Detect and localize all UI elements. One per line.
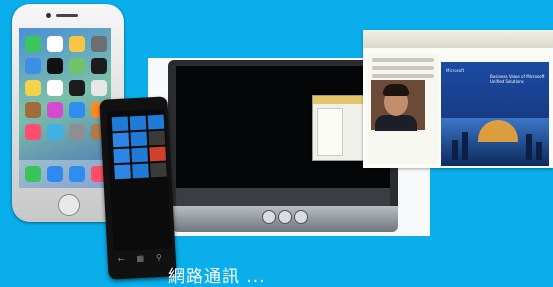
store-tile[interactable]: [113, 148, 131, 164]
iphone-camera: [46, 13, 51, 18]
laptop-button: [278, 210, 292, 224]
laptop-bezel: [176, 188, 390, 206]
iphone-speaker: [56, 14, 78, 17]
laptop-button: [262, 210, 276, 224]
settings-icon[interactable]: [69, 124, 85, 140]
slide-title-text: Business Value of Microsoft Unified Solu…: [490, 74, 545, 84]
phone-tile[interactable]: [111, 116, 129, 132]
mail-icon[interactable]: [47, 166, 63, 182]
slide-building: [526, 134, 532, 160]
windows-phone-start-screen: [106, 108, 172, 252]
notes-icon[interactable]: [25, 80, 41, 96]
app-store-icon[interactable]: [69, 102, 85, 118]
slide-building: [536, 142, 542, 160]
calendar-tile[interactable]: [130, 131, 148, 147]
videos-icon[interactable]: [91, 58, 107, 74]
list-line: [372, 58, 434, 62]
itunes-icon[interactable]: [47, 102, 63, 118]
camera-icon[interactable]: [91, 36, 107, 52]
search-icon: ⚲: [155, 252, 163, 263]
windows-icon: ▦: [136, 253, 145, 264]
camera-tile[interactable]: [114, 164, 131, 180]
iphone-home-button: [58, 194, 80, 216]
live-tile-grid: [106, 109, 168, 186]
iphone-app-grid: [19, 28, 111, 148]
list-line: [372, 66, 434, 70]
caption-text: 網路通訊 ...: [168, 267, 266, 287]
phone-icon[interactable]: [25, 166, 41, 182]
list-line: [372, 74, 434, 78]
calendar-icon[interactable]: [47, 36, 63, 52]
game-center-icon[interactable]: [91, 80, 107, 96]
photos-tile[interactable]: [148, 130, 166, 146]
laptop-window-pane: [317, 108, 343, 156]
people-tile[interactable]: [129, 115, 147, 131]
slide-brand-text: Microsoft: [446, 68, 465, 73]
newsstand-icon[interactable]: [25, 102, 41, 118]
photos-icon[interactable]: [69, 36, 85, 52]
maps-icon[interactable]: [69, 58, 85, 74]
slide-building: [462, 132, 468, 160]
slide-building: [452, 140, 458, 160]
reminders-icon[interactable]: [47, 80, 63, 96]
safari-icon[interactable]: [69, 166, 85, 182]
weather-icon[interactable]: [25, 58, 41, 74]
presenter-body: [375, 115, 417, 131]
clock-icon[interactable]: [47, 58, 63, 74]
music-tile[interactable]: [149, 146, 167, 162]
laptop-button: [294, 210, 308, 224]
stocks-icon[interactable]: [69, 80, 85, 96]
presenter-hair: [383, 84, 409, 96]
iphone-dock-icons: [25, 166, 107, 182]
maps-tile[interactable]: [131, 147, 149, 163]
edge-tile[interactable]: [132, 163, 149, 179]
messages-icon[interactable]: [25, 36, 41, 52]
settings-tile[interactable]: [150, 162, 167, 178]
mail-tile[interactable]: [112, 132, 130, 148]
messaging-tile[interactable]: [147, 114, 165, 130]
back-icon: ←: [117, 254, 125, 265]
window-toolbar: [363, 30, 553, 48]
passbook-icon[interactable]: [47, 124, 63, 140]
health-icon[interactable]: [25, 124, 41, 140]
